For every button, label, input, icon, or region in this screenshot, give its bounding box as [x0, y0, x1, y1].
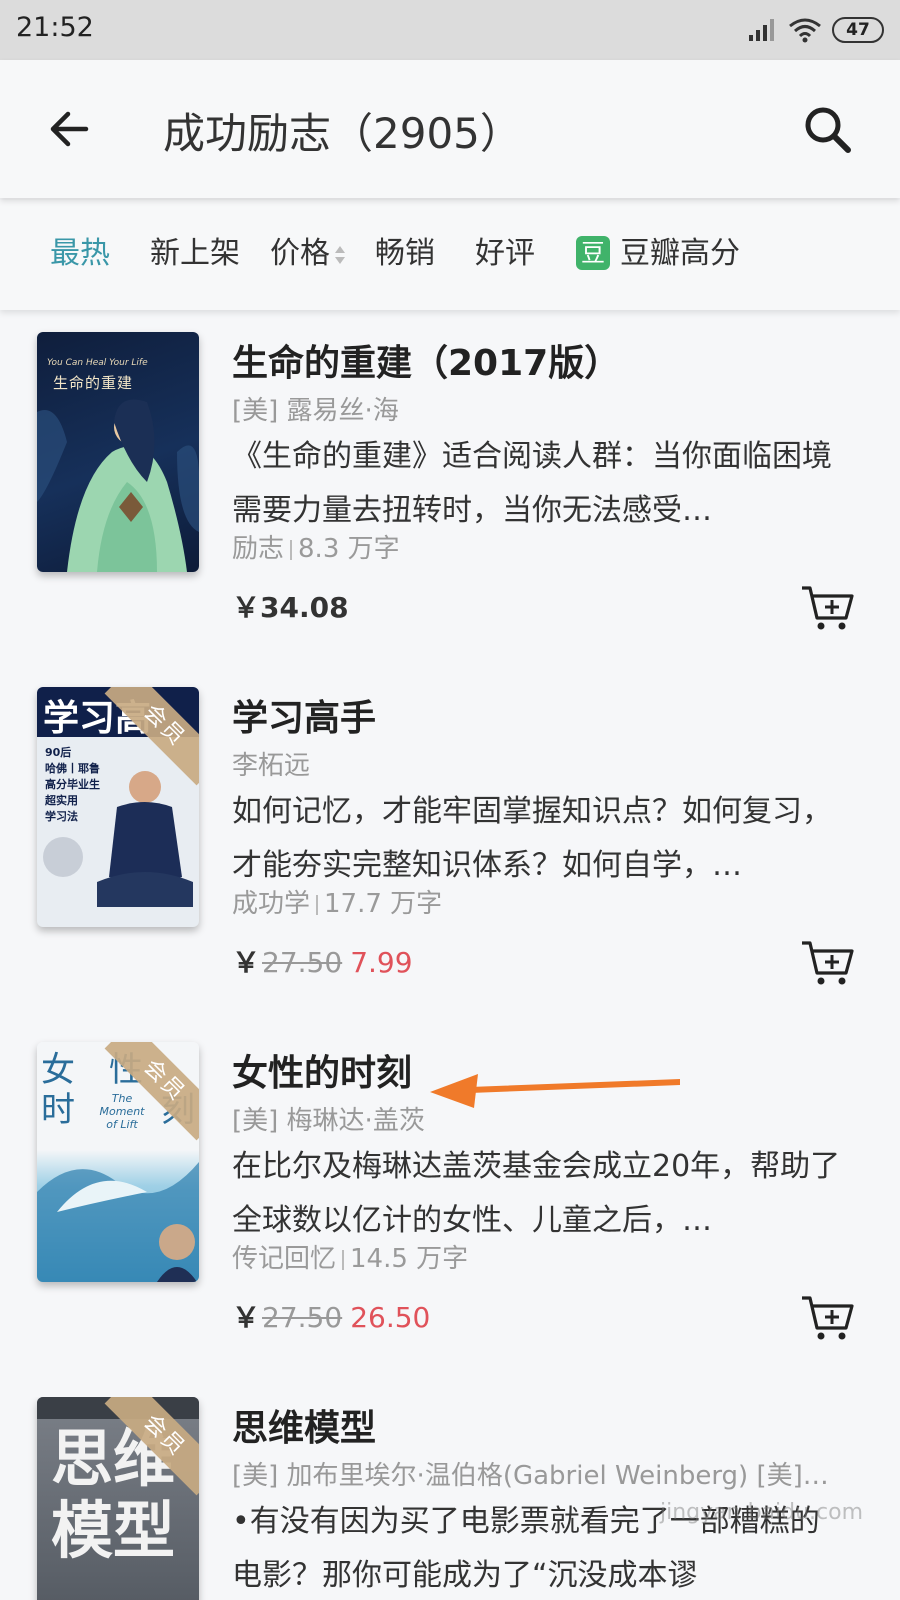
- cover-subtitle: The Moment of Lift: [99, 1092, 145, 1131]
- book-price: ￥34.08: [232, 586, 349, 626]
- meta-divider: [290, 539, 293, 560]
- price-sale: 26.50: [350, 1301, 431, 1334]
- book-title[interactable]: 女性的时刻: [232, 1044, 412, 1096]
- price-original: 27.50: [262, 946, 343, 979]
- cover-tags: 90后 哈佛丨耶鲁 高分毕业生 超实用 学习法: [45, 745, 100, 825]
- filter-bestseller[interactable]: 畅销: [375, 232, 435, 276]
- book-item[interactable]: You Can Heal Your Life 生命的重建 生命的重建（2017版…: [0, 332, 900, 692]
- price-original: 27.50: [262, 1301, 343, 1334]
- cover-char: 时: [41, 1090, 75, 1130]
- book-word-count: 14.5 万字: [350, 1244, 469, 1274]
- filter-new[interactable]: 新上架: [150, 232, 240, 276]
- book-item[interactable]: 学习高 90后 哈佛丨耶鲁 高分毕业生 超实用 学习法 会员 学习高手 李柘远 …: [0, 687, 900, 1047]
- cover-tag: 高分毕业生: [45, 778, 100, 791]
- cover-tag: 90后: [45, 746, 72, 759]
- currency-symbol: ￥: [232, 946, 261, 979]
- filter-hot[interactable]: 最热: [50, 232, 110, 276]
- book-word-count: 17.7 万字: [324, 889, 443, 919]
- cover-char: 型: [113, 1494, 176, 1567]
- price-current: 34.08: [260, 591, 349, 624]
- add-to-cart-icon[interactable]: [800, 939, 856, 987]
- book-price: ￥27.50 7.99: [232, 941, 413, 981]
- book-description: 《生命的重建》适合阅读人群：当你面临困境需要力量去扭转时，当你无法感受…: [232, 439, 832, 528]
- book-category: 励志: [232, 534, 285, 564]
- status-bar: 21:52 47: [0, 0, 900, 60]
- book-author: [美] 加布里埃尔·温伯格(Gabriel Weinberg) [美]…: [232, 1461, 829, 1491]
- cover-title: 生命的重建: [53, 374, 134, 392]
- book-author: [美] 梅琳达·盖茨: [232, 1106, 425, 1136]
- book-cover[interactable]: You Can Heal Your Life 生命的重建: [37, 332, 199, 572]
- cover-char: 思: [51, 1422, 114, 1495]
- status-time: 21:52: [16, 12, 94, 43]
- currency-symbol: ￥: [232, 591, 261, 624]
- book-author: 李柘远: [232, 751, 311, 781]
- cover-art: [37, 399, 199, 572]
- wifi-icon: [789, 18, 821, 43]
- battery-icon: 47: [832, 17, 884, 43]
- cover-tag: 学习法: [45, 810, 78, 823]
- book-category: 成功学: [232, 889, 311, 919]
- filter-bar: 最热 新上架 价格 畅销 好评 豆豆瓣高分: [0, 200, 900, 310]
- cover-tag: 哈佛丨耶鲁: [45, 762, 100, 775]
- book-title[interactable]: 生命的重建（2017版）: [232, 334, 620, 386]
- book-meta: 传记回忆 14.5 万字: [232, 1238, 468, 1275]
- watermark: jingyan.baidu.com: [660, 1500, 864, 1525]
- meta-divider: [316, 894, 319, 915]
- douban-icon: 豆: [576, 235, 610, 270]
- price-sale: 7.99: [350, 946, 413, 979]
- book-word-count: 8.3 万字: [298, 534, 400, 564]
- status-icons: 47: [748, 14, 884, 46]
- annotation-arrow-icon: [430, 1074, 680, 1108]
- book-price: ￥27.50 26.50: [232, 1296, 430, 1336]
- currency-symbol: ￥: [232, 1301, 261, 1334]
- book-meta: 励志 8.3 万字: [232, 528, 400, 565]
- filter-douban[interactable]: 豆豆瓣高分: [576, 232, 740, 276]
- book-meta: 成功学 17.7 万字: [232, 883, 442, 920]
- search-icon[interactable]: [800, 102, 856, 158]
- back-arrow-icon[interactable]: [44, 104, 94, 154]
- book-description: 在比尔及梅琳达盖茨基金会成立20年，帮助了全球数以亿计的女性、儿童之后，…: [232, 1149, 841, 1238]
- cover-tag: 超实用: [45, 794, 78, 807]
- book-description: 如何记忆，才能牢固掌握知识点？如何复习，才能夯实完整知识体系？如何自学，…: [232, 794, 832, 883]
- cover-subtitle: You Can Heal Your Life: [47, 358, 148, 368]
- filter-price[interactable]: 价格: [270, 232, 347, 276]
- book-cover[interactable]: 思维 模型 会员: [37, 1397, 199, 1600]
- meta-divider: [342, 1249, 345, 1270]
- add-to-cart-icon[interactable]: [800, 584, 856, 632]
- app-header: 成功励志（2905）: [0, 60, 900, 198]
- book-cover[interactable]: 学习高 90后 哈佛丨耶鲁 高分毕业生 超实用 学习法 会员: [37, 687, 199, 927]
- signal-icon: [749, 19, 774, 41]
- filter-price-label: 价格: [270, 236, 330, 271]
- book-title[interactable]: 学习高手: [232, 689, 376, 741]
- book-title[interactable]: 思维模型: [232, 1399, 376, 1451]
- book-item[interactable]: 思维 模型 会员 思维模型 [美] 加布里埃尔·温伯格(Gabriel Wein…: [0, 1397, 900, 1600]
- book-author: [美] 露易丝·海: [232, 396, 399, 426]
- page-title: 成功励志（2905）: [163, 109, 522, 158]
- cover-char: 女: [41, 1050, 75, 1090]
- book-category: 传记回忆: [232, 1244, 337, 1274]
- filter-douban-label: 豆瓣高分: [620, 236, 740, 271]
- add-to-cart-icon[interactable]: [800, 1294, 856, 1342]
- filter-good-reviews[interactable]: 好评: [475, 232, 535, 276]
- cover-char: 模: [51, 1494, 114, 1567]
- sort-arrows-icon: [335, 245, 345, 264]
- book-cover[interactable]: 女性 时刻 The Moment of Lift 会员: [37, 1042, 199, 1282]
